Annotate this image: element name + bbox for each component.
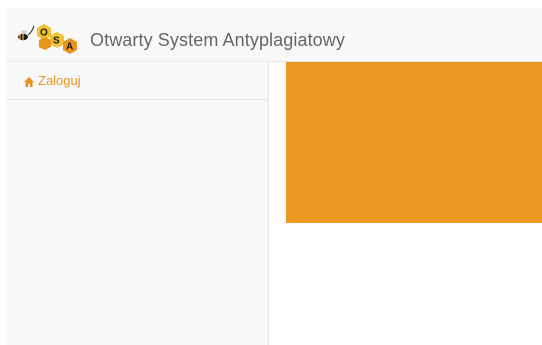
orange-banner bbox=[286, 62, 542, 223]
logo-letter-s: S bbox=[53, 36, 60, 47]
top-navbar: O S A Otwarty System Antyplagiatowy bbox=[6, 8, 542, 62]
logo-letter-o: O bbox=[40, 28, 48, 39]
main-content bbox=[269, 62, 542, 345]
brand[interactable]: O S A Otwarty System Antyplagiatowy bbox=[12, 22, 345, 58]
home-icon bbox=[23, 75, 35, 87]
osa-logo: O S A bbox=[12, 22, 78, 58]
bee-logo-icon: O S A bbox=[18, 24, 77, 54]
sidebar: Zaloguj bbox=[6, 62, 269, 345]
app-title[interactable]: Otwarty System Antyplagiatowy bbox=[90, 30, 345, 51]
sidebar-item-label: Zaloguj bbox=[38, 73, 81, 88]
logo-letter-a: A bbox=[66, 42, 73, 53]
sidebar-item-login[interactable]: Zaloguj bbox=[6, 62, 268, 100]
